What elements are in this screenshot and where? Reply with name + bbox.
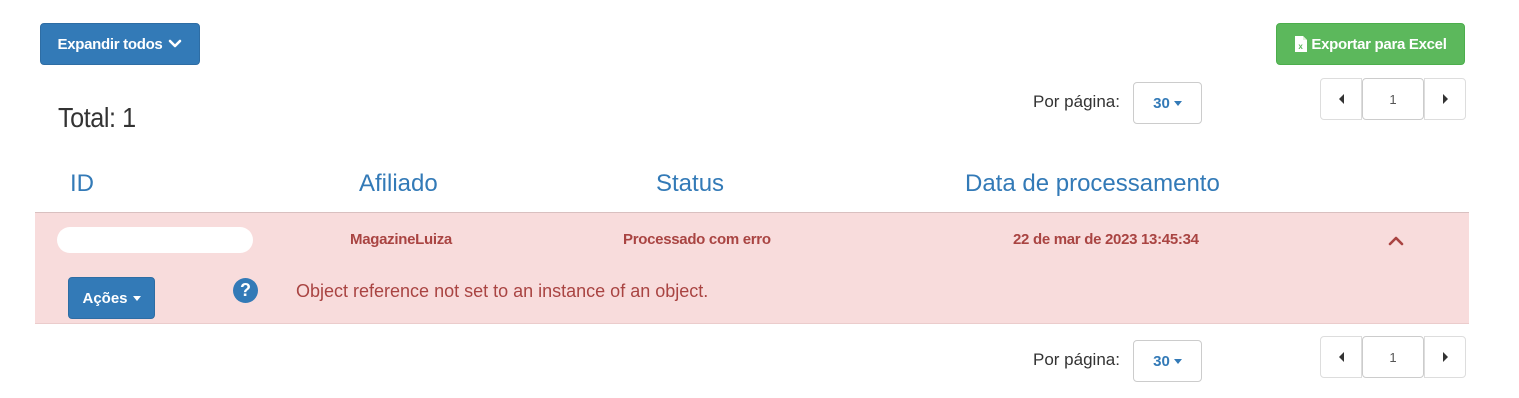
- per-page-value: 30: [1153, 352, 1170, 370]
- expand-all-button[interactable]: Expandir todos: [40, 23, 200, 65]
- actions-label: Ações: [82, 289, 128, 307]
- next-page-button[interactable]: [1424, 78, 1466, 120]
- export-excel-label: Exportar para Excel: [1311, 35, 1447, 53]
- excel-file-icon: x: [1294, 36, 1308, 52]
- column-header-id[interactable]: ID: [70, 170, 94, 198]
- table-row[interactable]: MagazineLuiza Processado com erro 22 de …: [35, 212, 1469, 324]
- processed-at-cell: 22 de mar de 2023 13:45:34: [1013, 231, 1199, 248]
- page-number-input[interactable]: [1362, 78, 1424, 120]
- question-circle-icon[interactable]: ?: [233, 278, 258, 303]
- per-page-select[interactable]: 30: [1133, 82, 1202, 124]
- per-page-label: Por página:: [1033, 350, 1120, 369]
- caret-right-icon: [1442, 352, 1448, 362]
- chevron-down-icon: [168, 39, 182, 49]
- affiliate-cell: MagazineLuiza: [350, 231, 452, 248]
- page-number-input[interactable]: [1362, 336, 1424, 378]
- caret-down-icon: [1173, 100, 1182, 106]
- caret-left-icon: [1338, 352, 1344, 362]
- pagination-bottom: [1320, 336, 1466, 378]
- next-page-button[interactable]: [1424, 336, 1466, 378]
- total-count: Total: 1: [58, 102, 136, 133]
- actions-dropdown-button[interactable]: Ações: [68, 277, 155, 319]
- redacted-id: [57, 227, 253, 253]
- column-header-status[interactable]: Status: [656, 170, 724, 198]
- caret-left-icon: [1338, 94, 1344, 104]
- caret-down-icon: [1173, 358, 1182, 364]
- prev-page-button[interactable]: [1320, 78, 1362, 120]
- prev-page-button[interactable]: [1320, 336, 1362, 378]
- per-page-value: 30: [1153, 94, 1170, 112]
- error-message: Object reference not set to an instance …: [296, 281, 709, 301]
- column-header-affiliate[interactable]: Afiliado: [359, 170, 438, 198]
- status-cell: Processado com erro: [623, 231, 771, 248]
- caret-down-icon: [132, 295, 141, 301]
- caret-right-icon: [1442, 94, 1448, 104]
- per-page-select[interactable]: 30: [1133, 340, 1202, 382]
- chevron-up-icon[interactable]: [1387, 233, 1405, 247]
- pagination-top: [1320, 78, 1466, 120]
- export-excel-button[interactable]: x Exportar para Excel: [1276, 23, 1465, 65]
- expand-all-label: Expandir todos: [57, 35, 163, 53]
- per-page-label: Por página:: [1033, 92, 1120, 111]
- column-header-processed-at[interactable]: Data de processamento: [965, 170, 1220, 198]
